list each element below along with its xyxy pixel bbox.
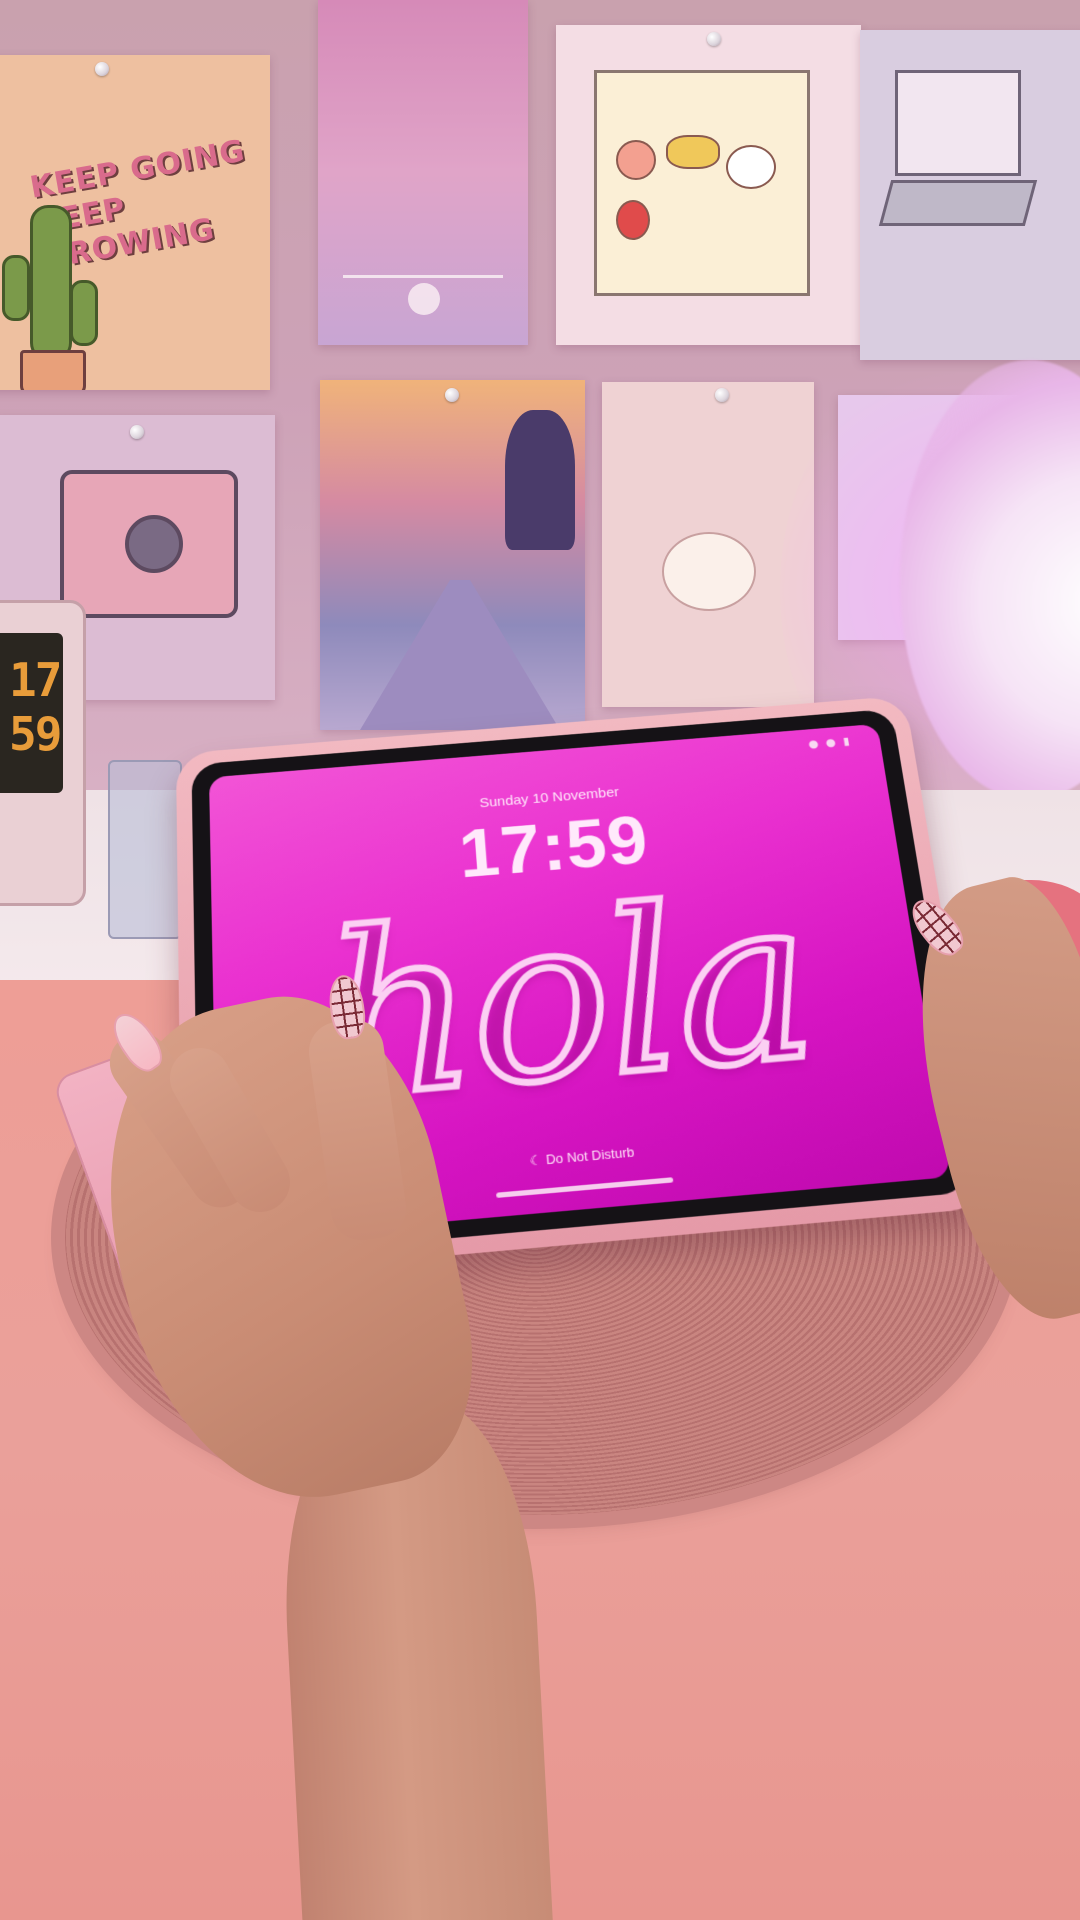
push-pin xyxy=(707,32,721,46)
laptop-poster xyxy=(860,30,1080,360)
music-progress-bar xyxy=(343,275,503,278)
cactus-arm-right xyxy=(70,280,98,346)
cactus-body xyxy=(30,205,72,361)
bear-icon xyxy=(662,532,756,611)
camera-lens xyxy=(125,515,183,573)
bears-poster xyxy=(602,382,814,707)
status-bar-icons: ● ● ▮ xyxy=(807,734,853,751)
street-scene-poster xyxy=(320,380,585,730)
cat-icon xyxy=(726,145,776,189)
moon-icon: ☾ xyxy=(529,1152,543,1169)
push-pin xyxy=(130,425,144,439)
tree xyxy=(505,410,575,550)
peach-icon xyxy=(616,140,656,180)
road xyxy=(360,580,560,730)
strawberry-icon xyxy=(616,200,650,240)
push-pin xyxy=(95,62,109,76)
clouds-music-poster xyxy=(318,0,528,345)
retro-window-poster xyxy=(556,25,861,345)
pixel-speaker: 17 59 xyxy=(0,600,86,906)
cactus-arm-left xyxy=(2,255,30,321)
cactus-pot xyxy=(20,350,86,390)
home-indicator[interactable] xyxy=(496,1177,674,1198)
laptop-keyboard xyxy=(878,180,1038,226)
speaker-digits: 17 59 xyxy=(9,653,62,761)
pixel-display: 17 59 xyxy=(0,633,63,793)
focus-label: Do Not Disturb xyxy=(545,1144,635,1168)
cactus-poster: KEEP GOING KEEP GROWING xyxy=(0,55,270,390)
photo-scene: KEEP GOING KEEP GROWING 17 59 ● ● ▮ Sund… xyxy=(0,0,1080,1920)
push-pin xyxy=(715,388,729,402)
clear-organizer xyxy=(108,760,182,939)
pause-icon xyxy=(408,283,440,315)
retro-window xyxy=(594,70,810,296)
banana-icon xyxy=(666,135,720,169)
laptop-screen xyxy=(895,70,1021,176)
push-pin xyxy=(445,388,459,402)
